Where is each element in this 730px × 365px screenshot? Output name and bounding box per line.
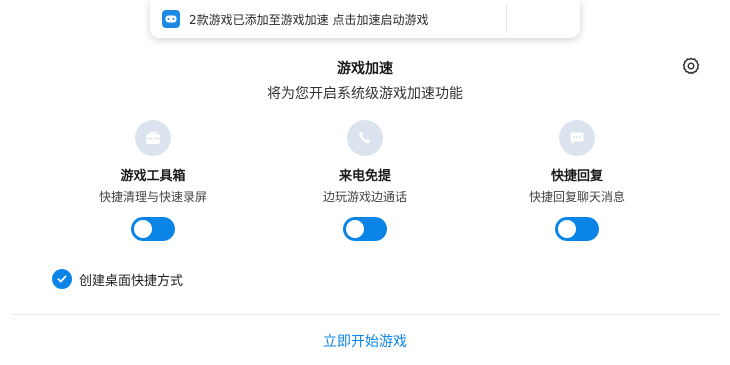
handsfree-call-toggle[interactable] (343, 217, 387, 241)
toggle-knob (558, 220, 576, 238)
create-shortcut-checkbox[interactable]: 创建桌面快捷方式 (52, 269, 183, 289)
feature-handsfree-call: 来电免提 边玩游戏边通话 (275, 120, 455, 241)
toast-divider (506, 5, 507, 33)
feature-name: 来电免提 (338, 169, 391, 184)
page-subtitle: 将为您开启系统级游戏加速功能 (267, 86, 463, 102)
divider (12, 314, 720, 315)
create-shortcut-label: 创建桌面快捷方式 (79, 273, 184, 289)
feature-game-toolbox: 游戏工具箱 快捷清理与快速录屏 (63, 120, 243, 241)
notification-text: 2款游戏已添加至游戏加速 点击加速启动游戏 (189, 12, 429, 27)
feature-desc: 快捷清理与快速录屏 (98, 190, 207, 204)
feature-quick-reply: 快捷回复 快捷回复聊天消息 (487, 120, 667, 241)
start-game-button[interactable]: 立即开始游戏 (0, 331, 730, 351)
checkmark-icon (52, 269, 72, 289)
game-controller-icon (162, 10, 180, 28)
feature-name: 游戏工具箱 (120, 169, 186, 184)
toggle-knob (346, 220, 364, 238)
game-toolbox-toggle[interactable] (131, 217, 175, 241)
feature-desc: 边玩游戏边通话 (322, 190, 407, 204)
page-title: 游戏加速 (337, 61, 393, 77)
game-acceleration-panel: 2款游戏已添加至游戏加速 点击加速启动游戏 游戏加速 将为您开启系统级游戏加速功… (0, 0, 730, 365)
gear-icon[interactable] (681, 56, 701, 76)
feature-name: 快捷回复 (550, 169, 603, 184)
phone-icon (347, 120, 383, 156)
notification-toast[interactable]: 2款游戏已添加至游戏加速 点击加速启动游戏 (150, 0, 580, 38)
toggle-knob (134, 220, 152, 238)
toolbox-icon (135, 120, 171, 156)
feature-desc: 快捷回复聊天消息 (528, 190, 625, 204)
quick-reply-toggle[interactable] (555, 217, 599, 241)
chat-bubble-icon (559, 120, 595, 156)
